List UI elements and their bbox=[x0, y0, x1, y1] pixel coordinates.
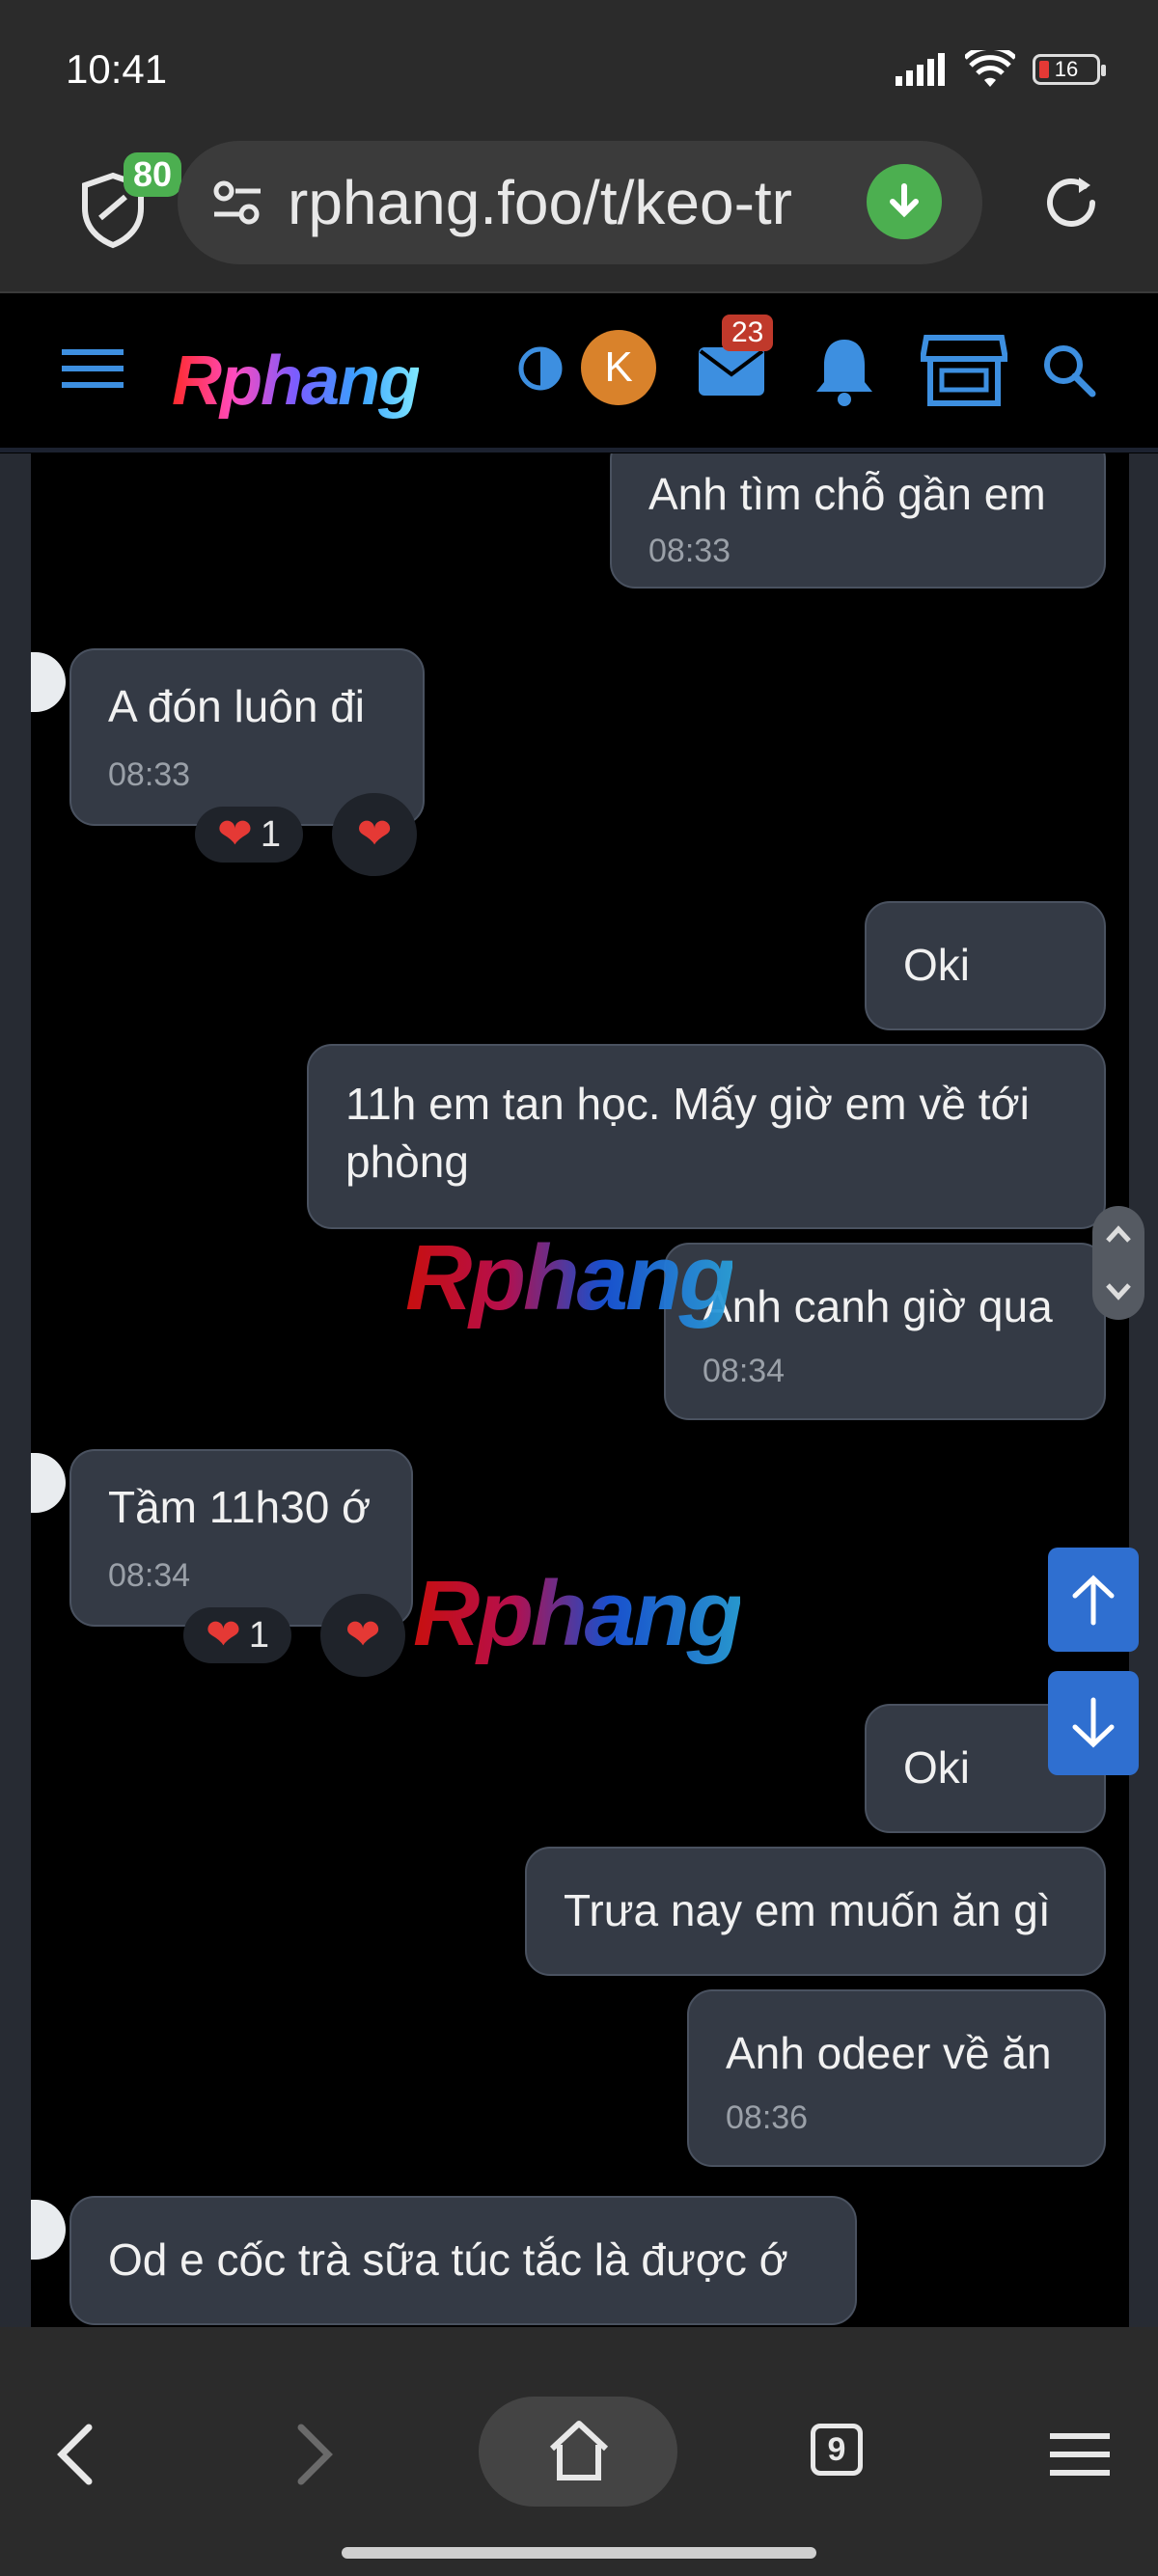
heart-icon: ❤ bbox=[205, 1611, 241, 1658]
gesture-bar[interactable] bbox=[342, 2547, 816, 2559]
inbox-count-badge: 23 bbox=[722, 315, 774, 351]
message-text: Anh tìm chỗ gần em bbox=[648, 469, 1046, 519]
react-button[interactable]: ❤ bbox=[332, 793, 417, 876]
mail-icon[interactable] bbox=[697, 343, 766, 397]
message-bubble: Anh odeer về ăn 08:36 bbox=[687, 1989, 1106, 2167]
message-time: 08:34 bbox=[108, 1557, 191, 1594]
message-text: A đón luôn đi bbox=[108, 681, 366, 731]
scroll-handle[interactable] bbox=[1092, 1206, 1144, 1320]
right-rail bbox=[1129, 453, 1158, 2327]
message-bubble: 11h em tan học. Mấy giờ em về tới phòng bbox=[307, 1044, 1106, 1229]
heart-icon: ❤ bbox=[356, 810, 393, 858]
reaction-count[interactable]: ❤ 1 bbox=[195, 807, 303, 863]
scroll-arrows-icon bbox=[1106, 1225, 1131, 1301]
message-bubble: Od e cốc trà sữa túc tắc là được ớ bbox=[69, 2196, 857, 2325]
heart-icon: ❤ bbox=[345, 1611, 381, 1658]
message-time: 08:33 bbox=[648, 533, 731, 569]
message-text: Oki bbox=[903, 1742, 970, 1793]
status-time: 10:41 bbox=[66, 46, 168, 92]
message-text: Oki bbox=[903, 940, 970, 990]
menu-icon[interactable] bbox=[1050, 2431, 1110, 2478]
site-settings-icon[interactable] bbox=[210, 176, 264, 230]
heart-icon: ❤ bbox=[216, 810, 253, 858]
avatar[interactable] bbox=[31, 1453, 66, 1513]
arrow-down-icon bbox=[1072, 1697, 1115, 1748]
reload-icon[interactable] bbox=[1040, 172, 1102, 233]
reaction-number: 1 bbox=[260, 813, 281, 855]
home-button[interactable] bbox=[479, 2397, 677, 2507]
message-text: Od e cốc trà sữa túc tắc là được ớ bbox=[108, 2234, 788, 2285]
browser-bottom-bar: 9 bbox=[0, 2327, 1158, 2576]
battery-level: 16 bbox=[1054, 57, 1079, 81]
message-time: 08:34 bbox=[703, 1353, 786, 1389]
message-text: 11h em tan học. Mấy giờ em về tới phòng bbox=[345, 1079, 1030, 1187]
message-text: Anh canh giờ qua bbox=[703, 1281, 1053, 1331]
avatar[interactable] bbox=[31, 652, 66, 712]
home-icon bbox=[549, 2421, 609, 2480]
message-time: 08:36 bbox=[726, 2099, 809, 2136]
signal-icon bbox=[896, 53, 945, 86]
back-icon[interactable] bbox=[54, 2424, 96, 2485]
reaction-count[interactable]: ❤ 1 bbox=[183, 1607, 291, 1663]
download-icon[interactable] bbox=[867, 164, 942, 239]
user-avatar[interactable]: K bbox=[581, 330, 656, 405]
menu-icon[interactable] bbox=[62, 345, 124, 392]
message-text: Trưa nay em muốn ăn gì bbox=[564, 1885, 1051, 1935]
message-bubble: Anh tìm chỗ gần em 08:33 bbox=[610, 453, 1106, 589]
wifi-icon bbox=[965, 50, 1015, 87]
scroll-top-button[interactable] bbox=[1048, 1548, 1139, 1652]
message-time: 08:33 bbox=[108, 756, 191, 793]
store-icon[interactable] bbox=[921, 332, 1007, 409]
tabs-button[interactable]: 9 bbox=[811, 2424, 863, 2476]
arrow-up-icon bbox=[1072, 1575, 1115, 1626]
reaction-number: 1 bbox=[248, 1614, 269, 1656]
url-text[interactable]: rphang.foo/t/keo-tr bbox=[288, 164, 852, 241]
status-bar: 10:41 16 bbox=[0, 0, 1158, 135]
browser-toolbar: 80 rphang.foo/t/keo-tr bbox=[0, 135, 1158, 293]
bell-icon[interactable] bbox=[813, 334, 876, 407]
react-button[interactable]: ❤ bbox=[320, 1594, 405, 1677]
watermark: Rphang bbox=[405, 1226, 735, 1329]
url-bar[interactable]: rphang.foo/t/keo-tr bbox=[178, 141, 982, 264]
message-text: Tầm 11h30 ớ bbox=[108, 1482, 372, 1532]
avatar[interactable] bbox=[31, 2200, 66, 2260]
forum-header: Rphang K 23 bbox=[0, 293, 1158, 452]
message-bubble: Trưa nay em muốn ăn gì bbox=[525, 1847, 1106, 1976]
status-icons: 16 bbox=[894, 50, 1106, 89]
scroll-bottom-button[interactable] bbox=[1048, 1671, 1139, 1775]
search-icon[interactable] bbox=[1040, 342, 1098, 399]
shield-count-badge: 80 bbox=[124, 152, 182, 197]
watermark: Rphang bbox=[413, 1562, 743, 1665]
theme-toggle-icon[interactable] bbox=[517, 345, 564, 392]
site-logo[interactable]: Rphang bbox=[172, 342, 421, 421]
left-rail bbox=[0, 453, 31, 2327]
battery-icon: 16 bbox=[1033, 54, 1106, 85]
forward-icon[interactable] bbox=[293, 2424, 336, 2485]
conversation[interactable]: Anh tìm chỗ gần em 08:33 A đón luôn đi 0… bbox=[31, 453, 1129, 2327]
message-text: Anh odeer về ăn bbox=[726, 2028, 1052, 2078]
message-bubble: Oki bbox=[865, 901, 1106, 1030]
